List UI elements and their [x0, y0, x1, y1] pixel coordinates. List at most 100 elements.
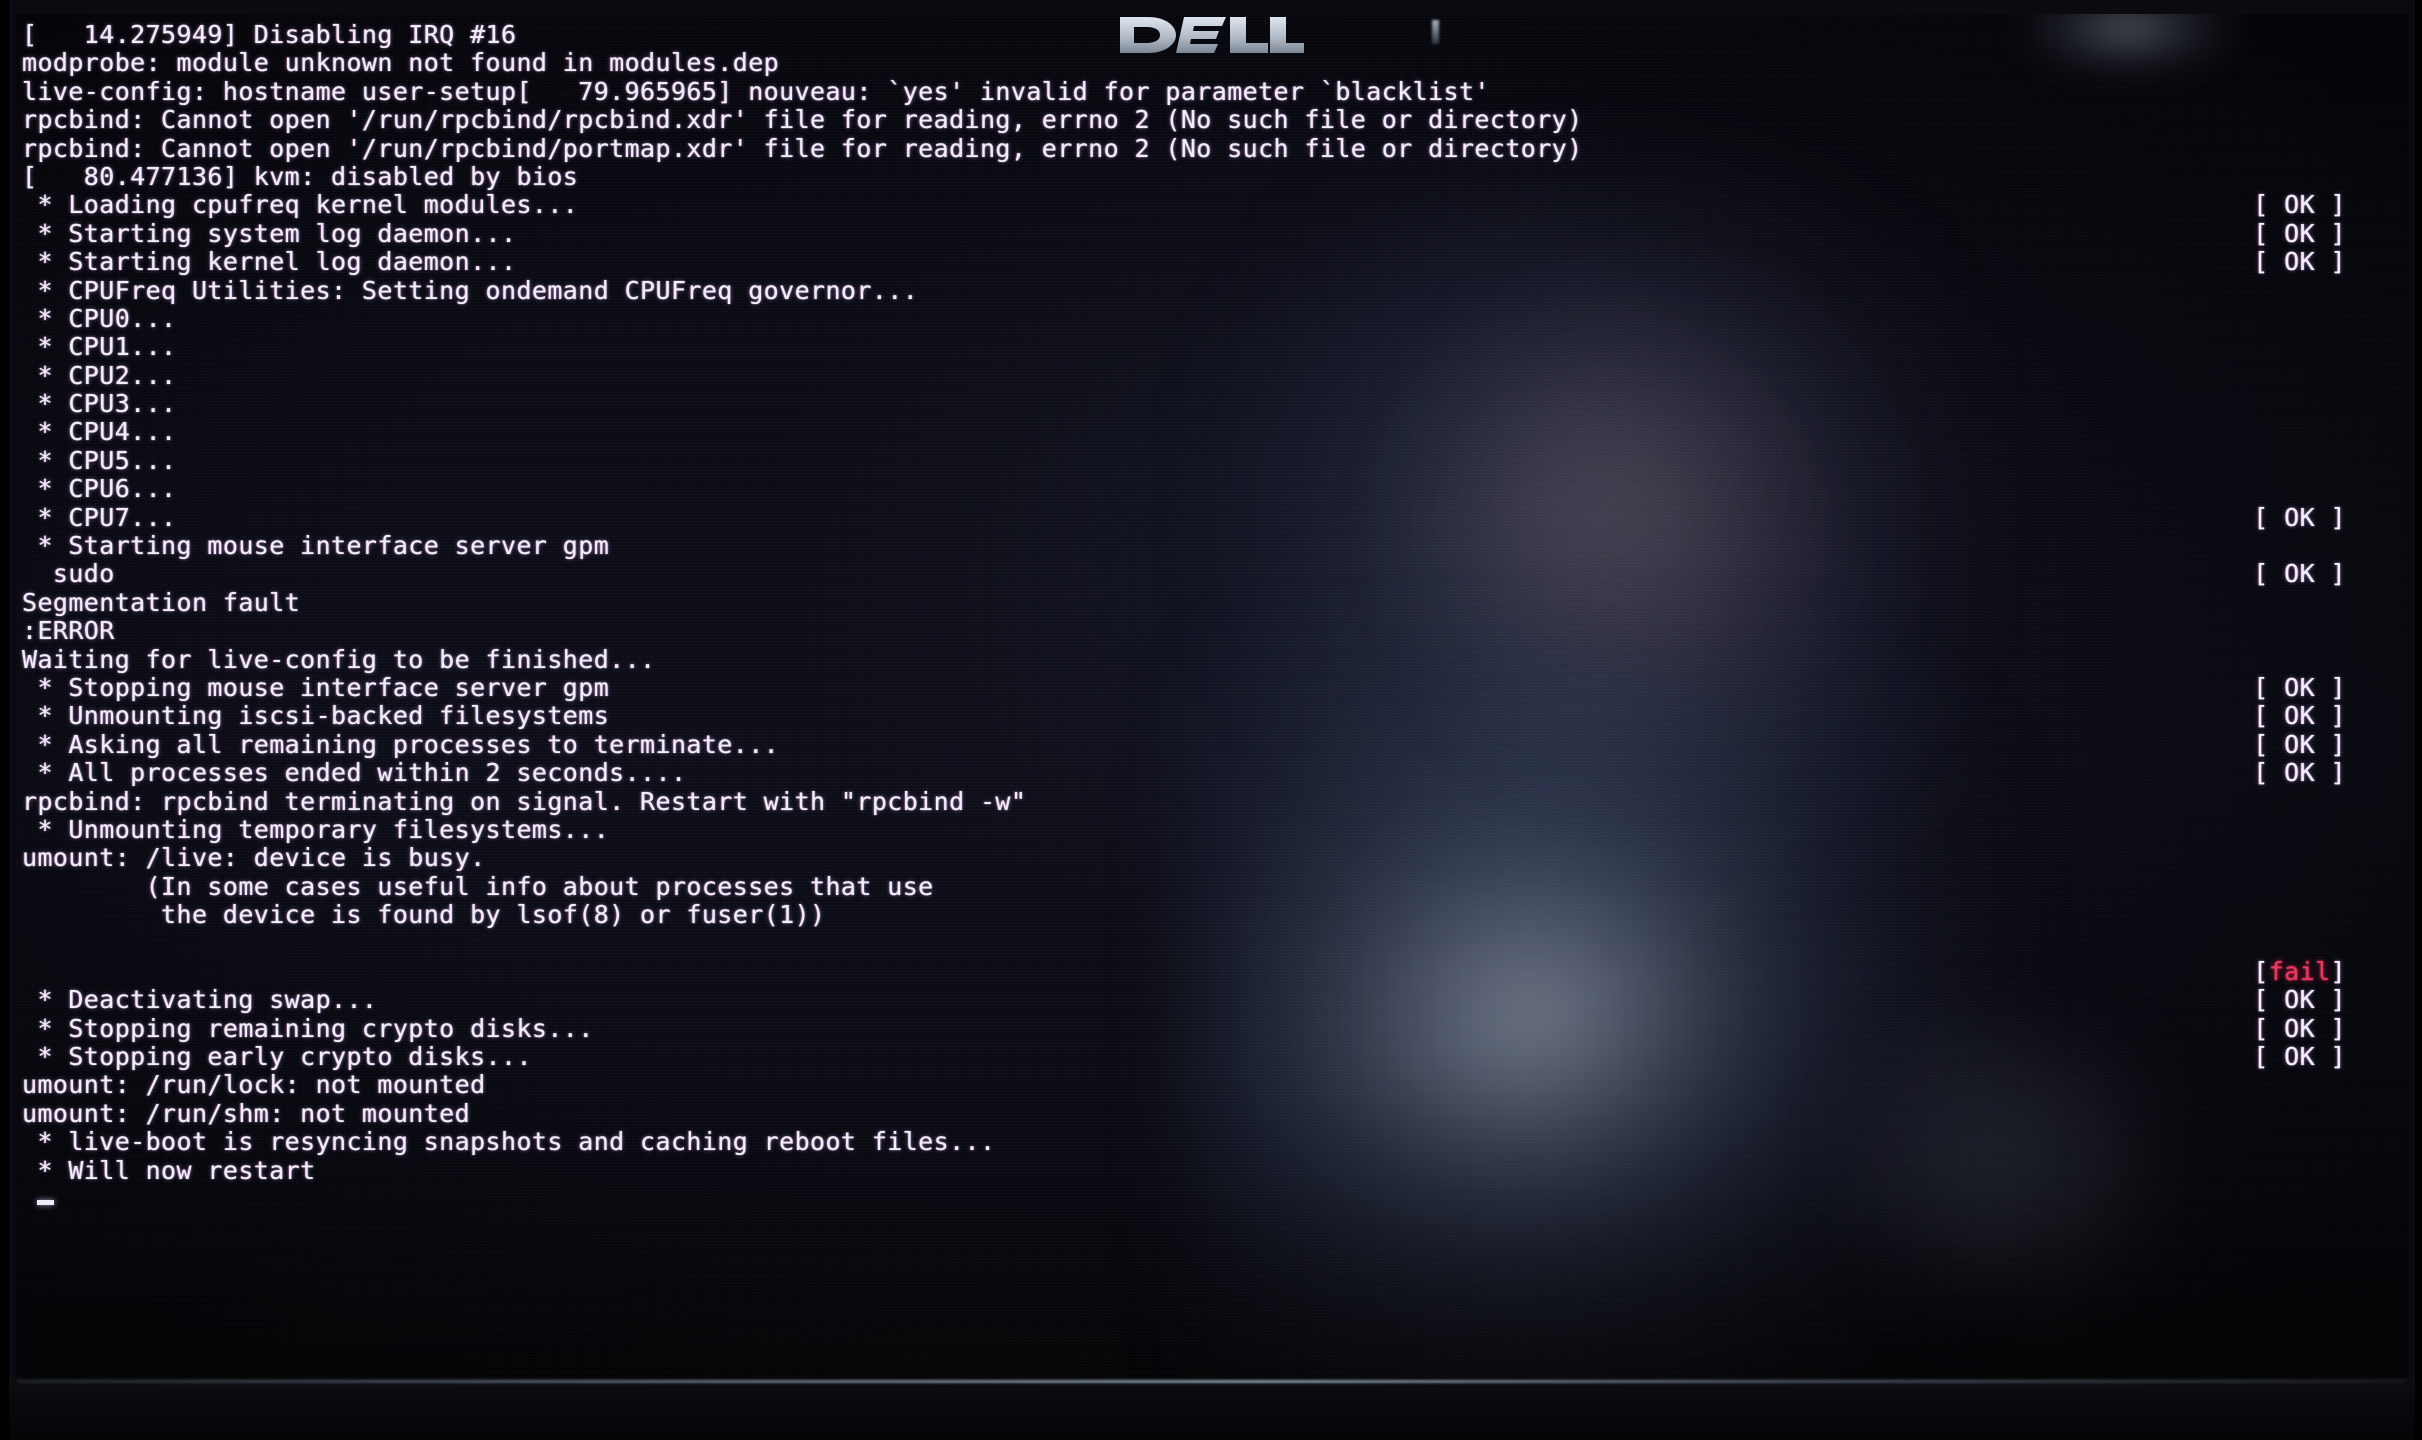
status-marker-ok: [ OK ] — [2253, 672, 2346, 702]
console-line-text: sudo — [22, 559, 115, 589]
fail-bracket-open: [ — [2253, 956, 2269, 986]
dell-logo — [1118, 16, 1304, 54]
console-line: Waiting for live-config to be finished..… — [14, 644, 2408, 674]
console-line: * CPUFreq Utilities: Setting ondemand CP… — [14, 275, 2408, 305]
console-line: * CPU7... [ OK ] — [14, 503, 2408, 532]
bezel-top — [0, 0, 2422, 14]
status-marker-ok: [ OK ] — [2253, 985, 2346, 1015]
screen-surface: [ 14.275949] Disabling IRQ #16 modprobe: … — [14, 12, 2408, 1380]
console-line-text: :ERROR — [22, 616, 115, 646]
console-line: rpcbind: Cannot open '/run/rpcbind/portm… — [14, 133, 2408, 163]
console-line: * CPU0... — [14, 303, 2408, 333]
console-line: * CPU1... — [14, 333, 2408, 361]
console-line-text: * CPU0... — [22, 303, 177, 333]
console-line: rpcbind: rpcbind terminating on signal. … — [14, 786, 2408, 816]
console-line-text: rpcbind: Cannot open '/run/rpcbind/rpcbi… — [22, 105, 1583, 135]
console-line: umount: /run/lock: not mounted — [14, 1071, 2408, 1099]
console-line-text: * live-boot is resyncing snapshots and c… — [22, 1127, 996, 1157]
console-line-text: * Unmounting temporary filesystems... — [22, 814, 610, 844]
console-line-text: * Starting mouse interface server gpm — [22, 531, 610, 561]
console-line: * live-boot is resyncing snapshots and c… — [14, 1128, 2408, 1156]
console-line-text: [ 14.275949] Disabling IRQ #16 — [22, 20, 517, 49]
console-prompt-line[interactable] — [14, 1185, 2408, 1213]
console-line-text: Waiting for live-config to be finished..… — [22, 644, 656, 674]
console-line: live-config: hostname user-setup[ 79.965… — [14, 76, 2408, 106]
console-line-text: rpcbind: rpcbind terminating on signal. … — [22, 786, 1027, 816]
status-marker-ok: [ OK ] — [2253, 190, 2346, 220]
bezel-hairline — [18, 1380, 2404, 1383]
console-line-text: * Stopping mouse interface server gpm — [22, 672, 610, 702]
status-marker-ok: [ OK ] — [2253, 559, 2346, 589]
console-line-text: * CPU6... — [22, 474, 177, 504]
console-line: (In some cases useful info about process… — [14, 871, 2408, 901]
console-line-text: umount: /run/lock: not mounted — [22, 1070, 486, 1100]
console-line: * Starting kernel log daemon... [ OK ] — [14, 247, 2408, 277]
console-line-text: (In some cases useful info about process… — [22, 871, 934, 901]
console-line-text: umount: /live: device is busy. — [22, 843, 486, 873]
console-line-text: modprobe: module unknown not found in mo… — [22, 48, 780, 78]
console-line: * Stopping early crypto disks... [ OK ] — [14, 1042, 2408, 1072]
status-marker-ok: [ OK ] — [2253, 701, 2346, 731]
console-line: sudo [ OK ] — [14, 559, 2408, 589]
console-line: * Will now restart — [14, 1155, 2408, 1185]
console-line-text: [ 80.477136] kvm: disabled by bios — [22, 161, 579, 191]
console-line: * Loading cpufreq kernel modules... [ OK … — [14, 190, 2408, 220]
status-marker-fail: [fail] — [2253, 956, 2346, 986]
boot-console[interactable]: [ 14.275949] Disabling IRQ #16 modprobe: … — [14, 12, 2408, 1380]
console-line: * Unmounting iscsi-backed filesystems [ O… — [14, 701, 2408, 731]
console-line: Segmentation fault — [14, 587, 2408, 617]
console-line: * Unmounting temporary filesystems... — [14, 814, 2408, 844]
status-marker-ok: [ OK ] — [2253, 218, 2346, 248]
status-marker-ok: [ OK ] — [2253, 1013, 2346, 1043]
console-line: * CPU4... — [14, 418, 2408, 446]
console-line-text: * CPU1... — [22, 332, 177, 362]
console-line-text: * CPUFreq Utilities: Setting ondemand CP… — [22, 275, 919, 305]
console-line: * CPU6... — [14, 475, 2408, 503]
console-line-text: * CPU3... — [22, 389, 177, 419]
console-line-text: * Starting kernel log daemon... — [22, 247, 517, 277]
console-line: * Deactivating swap... [ OK ] — [14, 985, 2408, 1015]
console-line-text: * CPU2... — [22, 360, 177, 390]
console-line-text: * All processes ended within 2 seconds..… — [22, 758, 687, 788]
console-line: * Stopping mouse interface server gpm [ O… — [14, 672, 2408, 702]
console-line-text: * CPU5... — [22, 445, 177, 475]
console-line: * CPU5... — [14, 445, 2408, 475]
console-line: * CPU3... — [14, 389, 2408, 419]
console-line-text: * Stopping early crypto disks... — [22, 1042, 532, 1072]
console-line-text: * CPU4... — [22, 417, 177, 447]
console-line: umount: /live: device is busy. — [14, 844, 2408, 872]
console-line: [fail] — [14, 956, 2408, 986]
photo-edge-left — [0, 0, 9, 1440]
console-line: * Stopping remaining crypto disks... [ OK… — [14, 1013, 2408, 1043]
fail-bracket-close: ] — [2330, 956, 2346, 986]
console-line-text: * Will now restart — [22, 1155, 316, 1185]
console-line: * Starting mouse interface server gpm — [14, 531, 2408, 561]
console-line-text: * Starting system log daemon... — [22, 218, 517, 248]
fail-label: fail — [2268, 956, 2331, 986]
console-line: the device is found by lsof(8) or fuser(… — [14, 900, 2408, 930]
console-line-text: the device is found by lsof(8) or fuser(… — [22, 900, 826, 930]
console-line: :ERROR — [14, 617, 2408, 645]
console-line: [ 80.477136] kvm: disabled by bios — [14, 161, 2408, 191]
console-line-text: umount: /run/shm: not mounted — [22, 1098, 471, 1128]
console-line-text: rpcbind: Cannot open '/run/rpcbind/portm… — [22, 133, 1583, 163]
dell-monitor: [ 14.275949] Disabling IRQ #16 modprobe: … — [0, 0, 2422, 1440]
status-marker-ok: [ OK ] — [2253, 729, 2346, 759]
power-led — [1432, 20, 1439, 44]
console-line-text: live-config: hostname user-setup[ 79.965… — [22, 76, 1490, 106]
status-marker-ok: [ OK ] — [2253, 247, 2346, 277]
console-line: * Asking all remaining processes to term… — [14, 729, 2408, 759]
bezel-bottom — [0, 1378, 2422, 1440]
console-line-text: * Deactivating swap... — [22, 985, 378, 1015]
console-line: * CPU2... — [14, 360, 2408, 390]
console-line-text: * Stopping remaining crypto disks... — [22, 1013, 594, 1043]
text-cursor — [37, 1200, 55, 1206]
console-line-text: * Loading cpufreq kernel modules... — [22, 190, 579, 220]
console-line-text: * Asking all remaining processes to term… — [22, 729, 780, 759]
console-line: * All processes ended within 2 seconds..… — [14, 758, 2408, 788]
status-marker-ok: [ OK ] — [2253, 1042, 2346, 1072]
console-line-text: Segmentation fault — [22, 587, 301, 617]
photo-edge-right — [2415, 0, 2422, 1440]
console-line-text: * Unmounting iscsi-backed filesystems — [22, 701, 610, 731]
